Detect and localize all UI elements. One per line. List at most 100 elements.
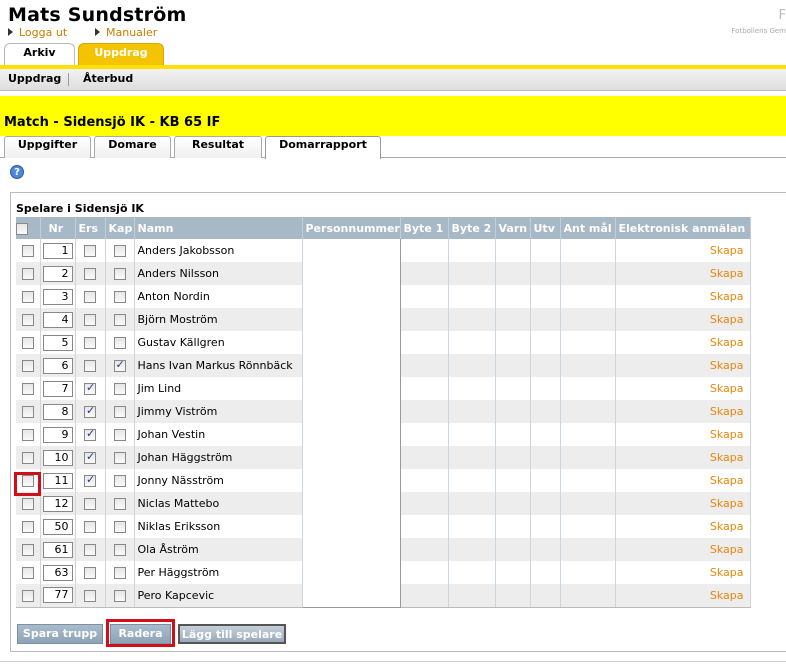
ers-checkbox[interactable] xyxy=(84,381,96,395)
row-select-checkbox[interactable] xyxy=(21,314,34,326)
row-select-cell[interactable] xyxy=(16,354,41,377)
personnummer-cell[interactable] xyxy=(301,377,401,400)
kap-cell[interactable] xyxy=(105,446,135,469)
skapa-link[interactable]: Skapa xyxy=(615,538,751,561)
skapa-link[interactable]: Skapa xyxy=(615,400,751,423)
skapa-link[interactable]: Skapa xyxy=(615,262,751,285)
skapa-link[interactable]: Skapa xyxy=(615,239,751,262)
kap-cell[interactable] xyxy=(105,354,135,377)
row-select-checkbox[interactable] xyxy=(21,429,34,441)
row-select-cell[interactable] xyxy=(16,538,41,561)
row-select-checkbox[interactable] xyxy=(21,268,34,280)
nr-cell[interactable]: 11 xyxy=(40,469,76,492)
row-select-checkbox[interactable] xyxy=(21,521,34,533)
kap-checkbox[interactable] xyxy=(113,567,126,579)
main-tab-uppdrag[interactable]: Uppdrag xyxy=(78,43,164,65)
row-select-checkbox[interactable] xyxy=(21,544,34,556)
kap-checkbox[interactable] xyxy=(113,268,126,280)
nr-cell[interactable]: 12 xyxy=(40,492,76,515)
ers-cell[interactable] xyxy=(75,354,106,377)
ers-checkbox[interactable] xyxy=(84,245,96,257)
personnummer-cell[interactable] xyxy=(301,538,401,561)
nr-input[interactable]: 8 xyxy=(42,403,73,420)
kap-cell[interactable] xyxy=(105,469,135,492)
nr-input[interactable]: 2 xyxy=(42,265,73,282)
kap-checkbox[interactable] xyxy=(113,314,126,326)
ers-cell[interactable] xyxy=(75,423,106,446)
skapa-link[interactable]: Skapa xyxy=(615,331,751,354)
kap-checkbox[interactable] xyxy=(113,291,126,303)
skapa-link[interactable]: Skapa xyxy=(615,285,751,308)
ers-checkbox[interactable] xyxy=(84,567,96,579)
kap-cell[interactable] xyxy=(105,239,135,262)
nr-cell[interactable]: 63 xyxy=(40,561,76,584)
kap-checkbox[interactable] xyxy=(113,452,126,464)
ers-checkbox[interactable] xyxy=(84,544,96,556)
nr-input[interactable]: 11 xyxy=(42,472,73,489)
nr-input[interactable]: 10 xyxy=(42,449,73,466)
nr-cell[interactable]: 5 xyxy=(40,331,76,354)
ers-checkbox[interactable] xyxy=(84,521,96,533)
row-select-cell[interactable] xyxy=(16,308,41,331)
nr-cell[interactable]: 1 xyxy=(40,239,76,262)
kap-cell[interactable] xyxy=(105,400,135,423)
kap-cell[interactable] xyxy=(105,492,135,515)
skapa-link[interactable]: Skapa xyxy=(615,423,751,446)
row-select-checkbox[interactable] xyxy=(21,498,34,510)
nr-input[interactable]: 5 xyxy=(42,334,73,351)
save-squad-button[interactable]: Spara trupp xyxy=(17,624,103,644)
ers-cell[interactable] xyxy=(75,538,106,561)
nr-cell[interactable]: 2 xyxy=(40,262,76,285)
kap-cell[interactable] xyxy=(105,515,135,538)
personnummer-cell[interactable] xyxy=(301,239,401,262)
personnummer-cell[interactable] xyxy=(301,423,401,446)
ers-cell[interactable] xyxy=(75,492,106,515)
kap-checkbox[interactable] xyxy=(113,475,126,487)
row-select-checkbox[interactable] xyxy=(21,337,34,349)
skapa-link[interactable]: Skapa xyxy=(615,469,751,492)
nr-cell[interactable]: 6 xyxy=(40,354,76,377)
skapa-link[interactable]: Skapa xyxy=(615,308,751,331)
nr-cell[interactable]: 7 xyxy=(40,377,76,400)
select-all-header[interactable] xyxy=(16,217,41,239)
nr-cell[interactable]: 50 xyxy=(40,515,76,538)
nr-input[interactable]: 7 xyxy=(42,380,73,397)
ers-checkbox[interactable] xyxy=(84,473,96,487)
personnummer-cell[interactable] xyxy=(301,400,401,423)
nr-input[interactable]: 9 xyxy=(42,426,73,443)
nr-cell[interactable]: 61 xyxy=(40,538,76,561)
ers-cell[interactable] xyxy=(75,446,106,469)
ers-cell[interactable] xyxy=(75,308,106,331)
skapa-link[interactable]: Skapa xyxy=(615,561,751,584)
kap-checkbox[interactable] xyxy=(113,544,126,556)
kap-checkbox[interactable] xyxy=(113,521,126,533)
row-select-checkbox[interactable] xyxy=(21,589,34,602)
kap-checkbox[interactable] xyxy=(113,245,126,257)
row-select-checkbox[interactable] xyxy=(21,291,34,303)
ers-cell[interactable] xyxy=(75,400,106,423)
kap-cell[interactable] xyxy=(105,331,135,354)
personnummer-cell[interactable] xyxy=(301,446,401,469)
row-select-cell[interactable] xyxy=(16,331,41,354)
ers-checkbox[interactable] xyxy=(84,314,96,326)
kap-cell[interactable] xyxy=(105,538,135,561)
add-player-button[interactable]: Lägg till spelare xyxy=(178,624,286,644)
row-select-checkbox[interactable] xyxy=(21,567,34,579)
subnav-aterbud[interactable]: Återbud xyxy=(83,72,133,85)
skapa-link[interactable]: Skapa xyxy=(615,354,751,377)
nr-cell[interactable]: 9 xyxy=(40,423,76,446)
kap-cell[interactable] xyxy=(105,262,135,285)
kap-checkbox[interactable] xyxy=(113,358,126,372)
kap-cell[interactable] xyxy=(105,561,135,584)
kap-cell[interactable] xyxy=(105,285,135,308)
personnummer-cell[interactable] xyxy=(301,262,401,285)
nr-cell[interactable]: 4 xyxy=(40,308,76,331)
nr-input[interactable]: 12 xyxy=(42,495,73,512)
personnummer-cell[interactable] xyxy=(301,331,401,354)
row-select-cell[interactable] xyxy=(16,423,41,446)
ers-checkbox[interactable] xyxy=(84,589,96,602)
row-select-checkbox[interactable] xyxy=(21,245,34,257)
ers-cell[interactable] xyxy=(75,262,106,285)
select-all-checkbox[interactable] xyxy=(16,222,28,235)
skapa-link[interactable]: Skapa xyxy=(615,446,751,469)
